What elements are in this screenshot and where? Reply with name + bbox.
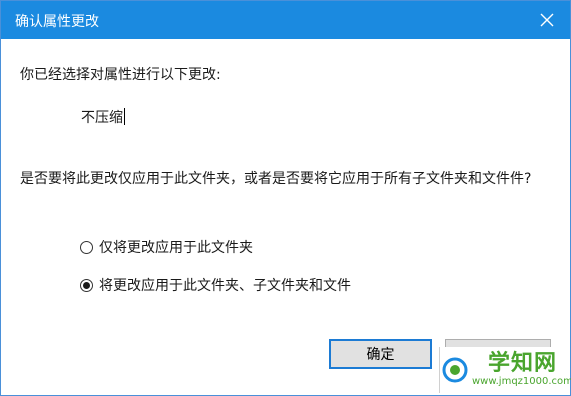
ok-button[interactable]: 确定 <box>329 339 432 369</box>
confirm-attribute-changes-dialog: 确认属性更改 你已经选择对属性进行以下更改: 不压缩 是否要将此更改仅应用于此文… <box>0 0 571 396</box>
watermark: 学知网 www.jmqz1000.com <box>439 347 571 393</box>
radio-button-unchecked[interactable] <box>80 240 93 254</box>
attribute-change-value: 不压缩 <box>81 107 125 127</box>
watermark-url: www.jmqz1000.com <box>472 376 571 387</box>
radio-apply-this-folder-only[interactable]: 仅将更改应用于此文件夹 <box>80 237 253 257</box>
title-bar: 确认属性更改 <box>1 1 570 39</box>
text-cursor <box>124 108 125 125</box>
dialog-title: 确认属性更改 <box>15 14 99 30</box>
watermark-text: 学知网 www.jmqz1000.com <box>472 352 571 388</box>
radio-label-folder-subfolders-files: 将更改应用于此文件夹、子文件夹和文件 <box>99 278 351 294</box>
watermark-title: 学知网 <box>487 351 557 376</box>
ok-button-label: 确定 <box>366 347 395 363</box>
close-icon <box>540 13 554 27</box>
close-button[interactable] <box>524 1 570 39</box>
watermark-logo-icon <box>442 353 468 387</box>
change-prompt: 你已经选择对属性进行以下更改: <box>20 67 221 83</box>
apply-scope-question: 是否要将此更改仅应用于此文件夹，或者是否要将它应用于所有子文件夹和文件件? <box>20 171 532 187</box>
radio-label-this-folder-only: 仅将更改应用于此文件夹 <box>99 240 253 256</box>
attribute-change-text: 不压缩 <box>81 110 123 126</box>
radio-button-checked[interactable] <box>80 278 93 292</box>
radio-apply-folder-subfolders-files[interactable]: 将更改应用于此文件夹、子文件夹和文件 <box>80 275 351 295</box>
